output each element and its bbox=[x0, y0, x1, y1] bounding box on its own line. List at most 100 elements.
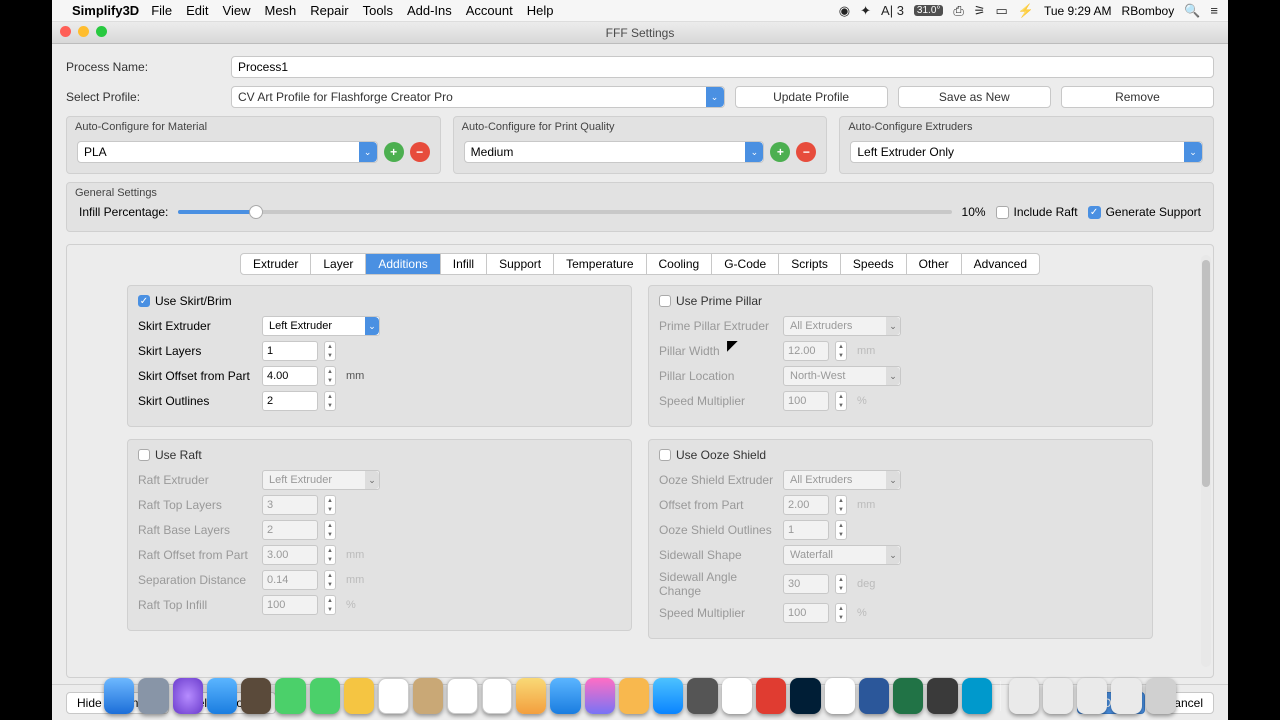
skirt-layers-input[interactable]: 1 bbox=[262, 341, 318, 361]
menu-addins[interactable]: Add-Ins bbox=[407, 3, 452, 18]
add-material-button[interactable]: + bbox=[384, 142, 404, 162]
process-name-input[interactable] bbox=[231, 56, 1214, 78]
scroll-thumb[interactable] bbox=[1202, 260, 1210, 487]
tab-additions[interactable]: Additions bbox=[366, 254, 440, 274]
pdf-icon[interactable] bbox=[756, 678, 786, 714]
tab-scripts[interactable]: Scripts bbox=[779, 254, 841, 274]
save-as-new-button[interactable]: Save as New bbox=[898, 86, 1051, 108]
menu-help[interactable]: Help bbox=[527, 3, 554, 18]
tab-gcode[interactable]: G-Code bbox=[712, 254, 779, 274]
profile-select[interactable]: CV Art Profile for Flashforge Creator Pr… bbox=[231, 86, 725, 108]
slider-thumb[interactable] bbox=[249, 205, 263, 219]
use-raft-check[interactable] bbox=[138, 449, 150, 461]
menu-file[interactable]: File bbox=[151, 3, 172, 18]
ibooks-icon[interactable] bbox=[619, 678, 649, 714]
menu-icon[interactable]: ≡ bbox=[1210, 3, 1218, 18]
username[interactable]: RBomboy bbox=[1122, 4, 1175, 18]
tab-other[interactable]: Other bbox=[907, 254, 962, 274]
itunes-icon[interactable] bbox=[585, 678, 615, 714]
app-icon[interactable] bbox=[516, 678, 546, 714]
raft-base-input: 2 bbox=[262, 520, 318, 540]
scrollbar[interactable] bbox=[1201, 255, 1211, 667]
minimize-icon[interactable] bbox=[78, 26, 89, 37]
safari-icon[interactable] bbox=[207, 678, 237, 714]
menu-tools[interactable]: Tools bbox=[363, 3, 393, 18]
photoshop-icon[interactable] bbox=[790, 678, 820, 714]
clock[interactable]: Tue 9:29 AM bbox=[1044, 4, 1112, 18]
update-profile-button[interactable]: Update Profile bbox=[735, 86, 888, 108]
app-icon[interactable] bbox=[962, 678, 992, 714]
app-icon[interactable] bbox=[1009, 678, 1039, 714]
tab-temperature[interactable]: Temperature bbox=[554, 254, 646, 274]
menu-mesh[interactable]: Mesh bbox=[265, 3, 297, 18]
include-raft-check[interactable]: Include Raft bbox=[996, 205, 1078, 219]
stepper[interactable]: ▲▼ bbox=[324, 341, 336, 361]
skirt-outlines-input[interactable]: 2 bbox=[262, 391, 318, 411]
tab-speeds[interactable]: Speeds bbox=[841, 254, 907, 274]
app-icon[interactable] bbox=[1043, 678, 1073, 714]
temp-badge[interactable]: 31.0° bbox=[914, 5, 943, 16]
stepper[interactable]: ▲▼ bbox=[324, 391, 336, 411]
printer-icon[interactable]: ⎙ bbox=[953, 3, 963, 19]
finder-icon[interactable] bbox=[104, 678, 134, 714]
stepper[interactable]: ▲▼ bbox=[324, 366, 336, 386]
app-name[interactable]: Simplify3D bbox=[72, 3, 139, 18]
calendar-icon[interactable] bbox=[378, 678, 409, 714]
appstore-icon[interactable] bbox=[653, 678, 683, 714]
tab-layer[interactable]: Layer bbox=[311, 254, 366, 274]
app-icon[interactable] bbox=[344, 678, 374, 714]
remove-material-button[interactable]: − bbox=[410, 142, 430, 162]
location-icon[interactable]: ✦ bbox=[860, 3, 871, 19]
chevron-down-icon: ⌄ bbox=[886, 367, 900, 385]
tab-infill[interactable]: Infill bbox=[441, 254, 487, 274]
display-icon[interactable]: ▭ bbox=[995, 3, 1007, 19]
launchpad-icon[interactable] bbox=[138, 678, 168, 714]
use-skirt-check[interactable]: ✓ bbox=[138, 295, 150, 307]
app-icon[interactable] bbox=[550, 678, 580, 714]
trash-icon[interactable] bbox=[1146, 678, 1176, 714]
tab-cooling[interactable]: Cooling bbox=[647, 254, 713, 274]
extruders-select[interactable]: Left Extruder Only⌄ bbox=[850, 141, 1203, 163]
skirt-offset-input[interactable]: 4.00 bbox=[262, 366, 318, 386]
app-icon[interactable] bbox=[1077, 678, 1107, 714]
material-select[interactable]: PLA⌄ bbox=[77, 141, 378, 163]
record-icon[interactable]: ◉ bbox=[839, 3, 850, 19]
menu-repair[interactable]: Repair bbox=[310, 3, 348, 18]
reminders-icon[interactable] bbox=[447, 678, 478, 714]
use-pillar-check[interactable] bbox=[659, 295, 671, 307]
app-icon[interactable] bbox=[413, 678, 443, 714]
menu-view[interactable]: View bbox=[223, 3, 251, 18]
zoom-icon[interactable] bbox=[96, 26, 107, 37]
word-icon[interactable] bbox=[859, 678, 889, 714]
siri-icon[interactable] bbox=[173, 678, 203, 714]
menu-edit[interactable]: Edit bbox=[186, 3, 208, 18]
close-icon[interactable] bbox=[60, 26, 71, 37]
wifi-icon[interactable]: ⚞ bbox=[974, 3, 986, 19]
contacts-icon[interactable] bbox=[241, 678, 271, 714]
adobe-icon[interactable]: A| 3 bbox=[881, 3, 904, 18]
messages-icon[interactable] bbox=[275, 678, 305, 714]
notes-icon[interactable] bbox=[482, 678, 513, 714]
use-ooze-check[interactable] bbox=[659, 449, 671, 461]
spotlight-icon[interactable]: 🔍 bbox=[1184, 3, 1200, 19]
tab-extruder[interactable]: Extruder bbox=[241, 254, 311, 274]
app-icon[interactable] bbox=[927, 678, 957, 714]
app-icon[interactable] bbox=[722, 678, 752, 714]
quality-select[interactable]: Medium⌄ bbox=[464, 141, 765, 163]
chrome-icon[interactable] bbox=[825, 678, 855, 714]
settings-icon[interactable] bbox=[687, 678, 717, 714]
infill-slider[interactable] bbox=[178, 210, 951, 214]
skirt-extruder-select[interactable]: Left Extruder⌄ bbox=[262, 316, 380, 336]
remove-button[interactable]: Remove bbox=[1061, 86, 1214, 108]
menu-account[interactable]: Account bbox=[466, 3, 513, 18]
generate-support-check[interactable]: ✓Generate Support bbox=[1088, 205, 1201, 219]
add-quality-button[interactable]: + bbox=[770, 142, 790, 162]
app-icon[interactable] bbox=[1111, 678, 1141, 714]
excel-icon[interactable] bbox=[893, 678, 923, 714]
remove-quality-button[interactable]: − bbox=[796, 142, 816, 162]
titlebar: FFF Settings bbox=[52, 22, 1228, 44]
facetime-icon[interactable] bbox=[310, 678, 340, 714]
battery-icon[interactable]: ⚡ bbox=[1018, 3, 1034, 19]
tab-advanced[interactable]: Advanced bbox=[962, 254, 1039, 274]
tab-support[interactable]: Support bbox=[487, 254, 554, 274]
